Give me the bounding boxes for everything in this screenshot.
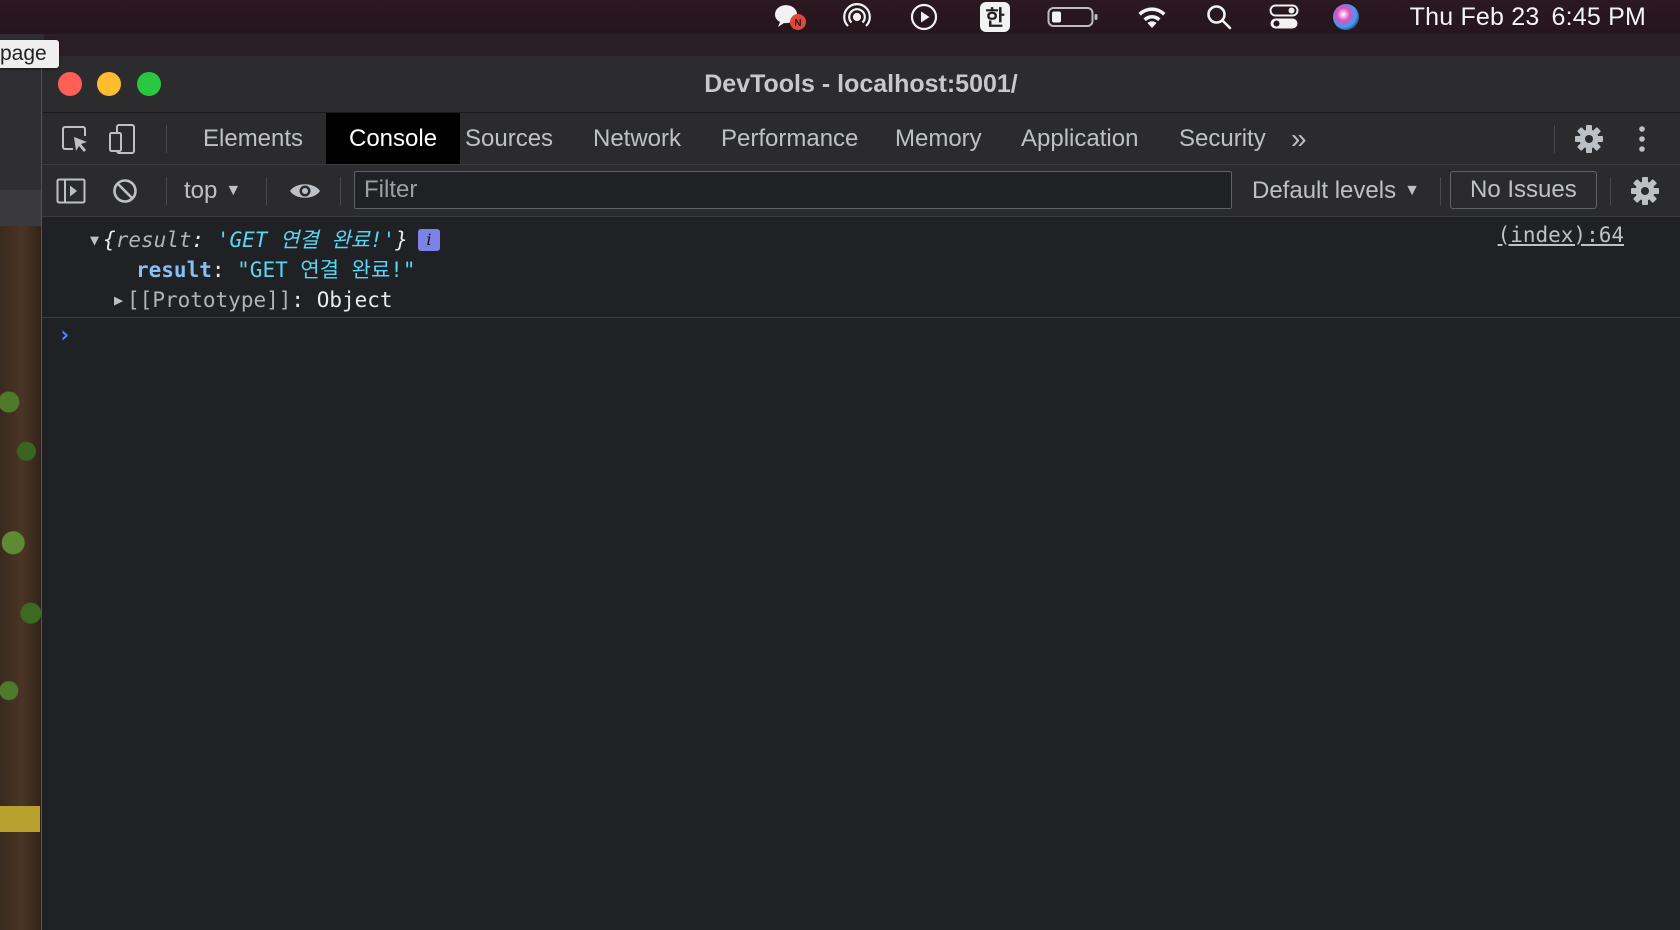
tab-elements[interactable]: Elements (180, 113, 326, 164)
property-row-prototype[interactable]: ▶ [[Prototype]]: Object (114, 285, 393, 315)
console-output[interactable]: ▼ {result: 'GET 연결 완료!'} i (index):64 resu… (42, 217, 1680, 930)
filter-input[interactable] (354, 171, 1232, 209)
property-colon: : (211, 258, 238, 282)
toolbar-separator (266, 177, 267, 205)
siri-icon[interactable] (1330, 4, 1362, 30)
background-app-sidebar-toggle (0, 190, 44, 226)
svg-text:N: N (794, 18, 801, 29)
live-expression-eye-icon[interactable] (280, 165, 330, 216)
tabbar-separator (166, 125, 167, 153)
korean-ime-icon[interactable]: 한 (979, 2, 1011, 32)
info-icon[interactable]: i (417, 229, 440, 251)
toolbar-separator (166, 177, 167, 205)
property-row-result: result: "GET 연결 완료!" (136, 255, 416, 285)
prototype-key: [[Prototype]] (127, 288, 292, 312)
toolbar-separator (1440, 177, 1441, 205)
clear-console-icon[interactable] (104, 165, 146, 216)
tab-performance[interactable]: Performance (698, 113, 881, 164)
context-selector[interactable]: top ▼ (184, 165, 241, 216)
prototype-value: Object (316, 288, 393, 312)
summary-open-brace: { (103, 228, 116, 252)
tab-console[interactable]: Console (326, 113, 461, 164)
clock-date: Thu Feb 23 (1409, 3, 1540, 31)
property-value: "GET 연결 완료!" (237, 258, 416, 282)
device-toolbar-toggle[interactable] (100, 113, 146, 164)
more-options-icon[interactable] (1622, 113, 1662, 164)
tab-memory[interactable]: Memory (872, 113, 1005, 164)
chevron-down-icon: ▼ (225, 182, 242, 199)
console-settings-gear-icon[interactable] (1620, 165, 1670, 216)
airdrop-icon[interactable] (842, 3, 872, 30)
console-prompt-chevron-icon[interactable]: › (58, 323, 71, 348)
context-selector-value: top (184, 177, 218, 204)
play-icon[interactable] (909, 3, 939, 31)
tab-application[interactable]: Application (998, 113, 1161, 164)
clock-time: 6:45 PM (1551, 3, 1646, 31)
summary-colon: : (191, 228, 217, 252)
toolbar-separator (1610, 177, 1611, 205)
window-title: DevTools - localhost:5001/ (704, 70, 1018, 98)
tab-network[interactable]: Network (570, 113, 704, 164)
more-tabs-button[interactable]: » (1268, 113, 1330, 164)
settings-gear-icon[interactable] (1566, 113, 1612, 164)
show-sidebar-icon[interactable] (50, 165, 92, 216)
log-levels-label: Default levels (1252, 177, 1397, 204)
window-titlebar[interactable]: DevTools - localhost:5001/ (42, 56, 1680, 113)
object-summary[interactable]: ▼ {result: 'GET 연결 완료!'} i (90, 225, 440, 255)
summary-key: result (115, 228, 192, 252)
background-app-tooltip: page (0, 40, 59, 68)
ime-label: 한 (980, 2, 1010, 32)
expand-triangle-down-icon[interactable]: ▼ (90, 225, 99, 255)
log-levels-dropdown[interactable]: Default levels ▼ (1252, 165, 1420, 216)
toolbar-separator (340, 177, 341, 205)
inspect-element-button[interactable] (52, 113, 98, 164)
menu-bar-clock[interactable]: Thu Feb 23 6:45 PM (1410, 4, 1646, 30)
background-app-image-detail (0, 806, 40, 832)
spotlight-search-icon[interactable] (1204, 4, 1234, 30)
issues-button[interactable]: No Issues (1450, 171, 1597, 209)
tab-sources[interactable]: Sources (442, 113, 576, 164)
prototype-colon: : (291, 288, 317, 312)
property-key: result (136, 258, 212, 282)
devtools-window: DevTools - localhost:5001/ Elements Cons… (42, 56, 1680, 930)
expand-triangle-right-icon[interactable]: ▶ (114, 285, 123, 315)
console-log-entry: ▼ {result: 'GET 연결 완료!'} i (index):64 resu… (42, 217, 1680, 318)
chat-notification-icon[interactable]: N (771, 4, 809, 30)
panel-tab-bar: Elements Console Sources Network Perform… (42, 113, 1680, 165)
wifi-icon[interactable] (1134, 4, 1170, 30)
console-toolbar: top ▼ Default levels ▼ No Issues (42, 165, 1680, 217)
chevron-down-icon: ▼ (1404, 182, 1420, 199)
control-center-icon[interactable] (1268, 4, 1300, 30)
menu-bar: N 한 Thu Feb 23 6:45 PM (0, 0, 1680, 34)
summary-value: 'GET 연결 완료!' (216, 228, 396, 252)
source-link[interactable]: (index):64 (1498, 223, 1624, 247)
tabbar-separator (1554, 125, 1555, 153)
battery-icon[interactable] (1046, 4, 1100, 30)
summary-close-brace: } (395, 228, 408, 252)
